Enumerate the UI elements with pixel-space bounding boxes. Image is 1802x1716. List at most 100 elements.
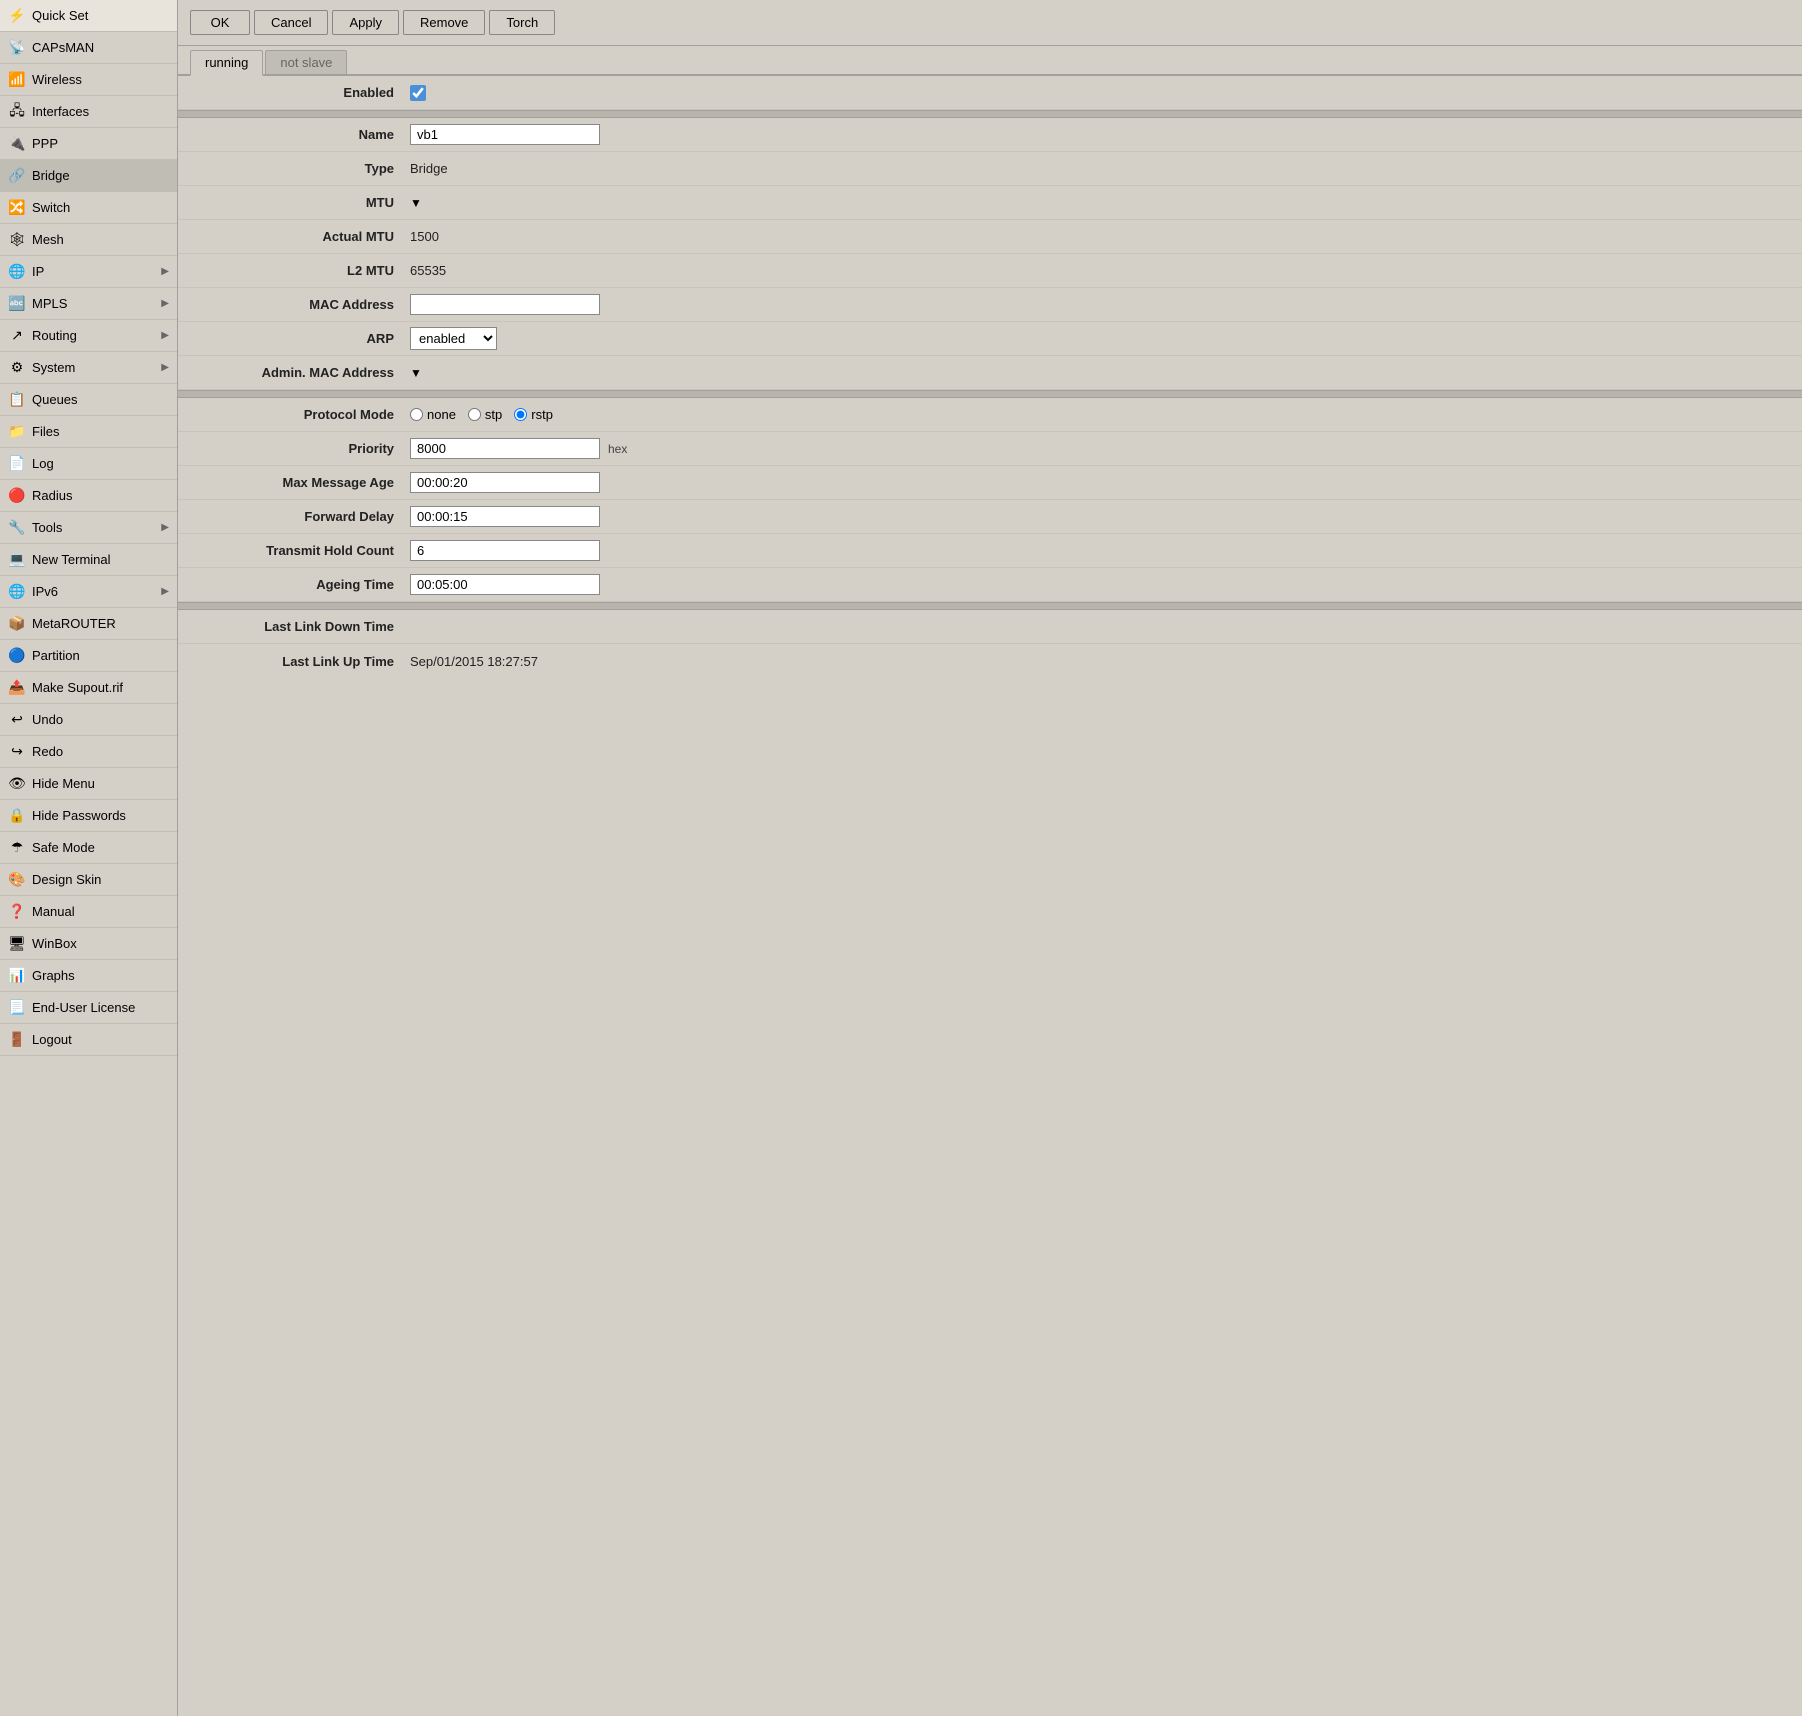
sidebar-item-new-terminal[interactable]: 💻New Terminal <box>0 544 177 576</box>
sidebar-item-metarouter[interactable]: 📦MetaROUTER <box>0 608 177 640</box>
sidebar-item-manual[interactable]: ❓Manual <box>0 896 177 928</box>
ipv6-arrow: ▶ <box>161 586 169 597</box>
forward-delay-input[interactable] <box>410 506 600 527</box>
sidebar-item-mesh[interactable]: 🕸Mesh <box>0 224 177 256</box>
l2-mtu-label: L2 MTU <box>190 263 410 278</box>
protocol-stp-label[interactable]: stp <box>468 407 502 422</box>
sidebar-label-make-supout: Make Supout.rif <box>32 680 169 695</box>
sidebar-item-switch[interactable]: 🔀Switch <box>0 192 177 224</box>
ok-button[interactable]: OK <box>190 10 250 35</box>
sidebar-item-hide-menu[interactable]: 👁Hide Menu <box>0 768 177 800</box>
mac-address-value <box>410 294 1790 315</box>
radius-icon: 🔴 <box>8 487 26 505</box>
wireless-icon: 📶 <box>8 71 26 89</box>
hex-label: hex <box>608 442 627 456</box>
priority-label: Priority <box>190 441 410 456</box>
end-user-license-icon: 📃 <box>8 999 26 1017</box>
routing-arrow: ▶ <box>161 330 169 341</box>
transmit-hold-count-input[interactable] <box>410 540 600 561</box>
ageing-time-input[interactable] <box>410 574 600 595</box>
sidebar-item-end-user-license[interactable]: 📃End-User License <box>0 992 177 1024</box>
protocol-none-text: none <box>427 407 456 422</box>
max-message-age-row: Max Message Age <box>178 466 1802 500</box>
undo-icon: ↩ <box>8 711 26 729</box>
apply-button[interactable]: Apply <box>332 10 399 35</box>
last-link-down-row: Last Link Down Time <box>178 610 1802 644</box>
admin-mac-dropdown-arrow[interactable]: ▼ <box>410 366 422 380</box>
sidebar-item-files[interactable]: 📁Files <box>0 416 177 448</box>
sidebar-item-mpls[interactable]: 🔤MPLS▶ <box>0 288 177 320</box>
sidebar-item-routing[interactable]: ↗Routing▶ <box>0 320 177 352</box>
sidebar-label-capsman: CAPsMAN <box>32 40 169 55</box>
actual-mtu-value: 1500 <box>410 229 1790 244</box>
transmit-hold-count-label: Transmit Hold Count <box>190 543 410 558</box>
sidebar-label-new-terminal: New Terminal <box>32 552 169 567</box>
sidebar-item-make-supout[interactable]: 📤 Make Supout.rif <box>0 672 177 704</box>
sidebar-label-radius: Radius <box>32 488 169 503</box>
sidebar-item-radius[interactable]: 🔴 Radius <box>0 480 177 512</box>
ip-icon: 🌐 <box>8 263 26 281</box>
sidebar-item-design-skin[interactable]: 🎨Design Skin <box>0 864 177 896</box>
sidebar-item-queues[interactable]: 📋Queues <box>0 384 177 416</box>
form-area: Enabled Name Type Bridge MTU <box>178 76 1802 678</box>
mtu-dropdown-arrow[interactable]: ▼ <box>410 196 422 210</box>
arp-select[interactable]: enabled disabled proxy-arp reply-only <box>410 327 497 350</box>
remove-button[interactable]: Remove <box>403 10 485 35</box>
protocol-stp-radio[interactable] <box>468 408 481 421</box>
sidebar-item-undo[interactable]: ↩Undo <box>0 704 177 736</box>
forward-delay-value <box>410 506 1790 527</box>
toolbar: OK Cancel Apply Remove Torch <box>178 0 1802 46</box>
safe-mode-icon: ☂ <box>8 839 26 857</box>
arp-value: enabled disabled proxy-arp reply-only <box>410 327 1790 350</box>
ppp-icon: 🔌 <box>8 135 26 153</box>
sidebar-label-hide-menu: Hide Menu <box>32 776 169 791</box>
sidebar-item-quick-set[interactable]: ⚡Quick Set <box>0 0 177 32</box>
sidebar-item-interfaces[interactable]: 🖧Interfaces <box>0 96 177 128</box>
sidebar-item-wireless[interactable]: 📶Wireless <box>0 64 177 96</box>
priority-input[interactable] <box>410 438 600 459</box>
admin-mac-label: Admin. MAC Address <box>190 365 410 380</box>
sidebar-item-safe-mode[interactable]: ☂Safe Mode <box>0 832 177 864</box>
sidebar-item-hide-passwords[interactable]: 🔒Hide Passwords <box>0 800 177 832</box>
sidebar-item-capsman[interactable]: 📡CAPsMAN <box>0 32 177 64</box>
tab-not-slave[interactable]: not slave <box>265 50 347 74</box>
tools-arrow: ▶ <box>161 522 169 533</box>
sidebar-item-ppp[interactable]: 🔌PPP <box>0 128 177 160</box>
tab-running[interactable]: running <box>190 50 263 76</box>
torch-button[interactable]: Torch <box>489 10 555 35</box>
type-text: Bridge <box>410 161 448 176</box>
protocol-rstp-label[interactable]: rstp <box>514 407 553 422</box>
sidebar-item-partition[interactable]: 🔵Partition <box>0 640 177 672</box>
partition-icon: 🔵 <box>8 647 26 665</box>
mac-address-input[interactable] <box>410 294 600 315</box>
sidebar-item-log[interactable]: 📄Log <box>0 448 177 480</box>
actual-mtu-label: Actual MTU <box>190 229 410 244</box>
mpls-icon: 🔤 <box>8 295 26 313</box>
cancel-button[interactable]: Cancel <box>254 10 328 35</box>
make-supout-icon: 📤 <box>8 679 26 697</box>
protocol-none-label[interactable]: none <box>410 407 456 422</box>
sidebar-item-logout[interactable]: 🚪Logout <box>0 1024 177 1056</box>
protocol-radio-group: none stp rstp <box>410 407 553 422</box>
sidebar-item-ipv6[interactable]: 🌐IPv6▶ <box>0 576 177 608</box>
sidebar-item-graphs[interactable]: 📊Graphs <box>0 960 177 992</box>
divider-2 <box>178 390 1802 398</box>
sidebar-label-winbox: WinBox <box>32 936 169 951</box>
sidebar-item-bridge[interactable]: 🔗Bridge <box>0 160 177 192</box>
hide-passwords-icon: 🔒 <box>8 807 26 825</box>
type-label: Type <box>190 161 410 176</box>
sidebar-item-tools[interactable]: 🔧Tools▶ <box>0 512 177 544</box>
enabled-checkbox[interactable] <box>410 85 426 101</box>
sidebar-item-system[interactable]: ⚙System▶ <box>0 352 177 384</box>
sidebar-item-winbox[interactable]: 🖥WinBox <box>0 928 177 960</box>
max-message-age-input[interactable] <box>410 472 600 493</box>
sidebar-label-bridge: Bridge <box>32 168 169 183</box>
sidebar-item-ip[interactable]: 🌐IP▶ <box>0 256 177 288</box>
protocol-rstp-radio[interactable] <box>514 408 527 421</box>
sidebar-item-redo[interactable]: ↪Redo <box>0 736 177 768</box>
sidebar-label-files: Files <box>32 424 169 439</box>
actual-mtu-row: Actual MTU 1500 <box>178 220 1802 254</box>
name-input[interactable] <box>410 124 600 145</box>
sidebar-label-mesh: Mesh <box>32 232 169 247</box>
protocol-none-radio[interactable] <box>410 408 423 421</box>
